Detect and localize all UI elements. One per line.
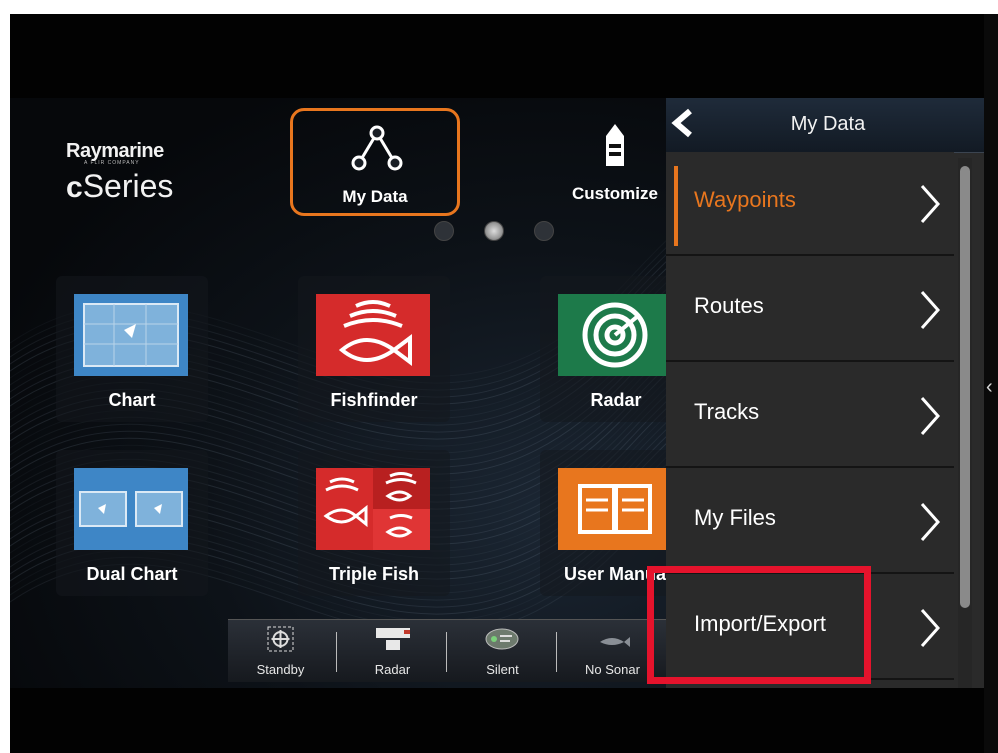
status-separator (446, 632, 447, 672)
fishfinder-icon (316, 294, 430, 376)
series-name: cSeries (66, 168, 174, 204)
menu-item-label: Waypoints (694, 187, 796, 212)
boat-icon (606, 124, 624, 166)
ais-silent-icon (485, 628, 519, 650)
my-data-tile[interactable]: My Data (290, 108, 460, 216)
autopilot-icon (267, 626, 294, 652)
brand-logo: Raymarine A FLIR COMPANY cSeries (66, 140, 173, 205)
menu-item-routes[interactable]: Routes (666, 258, 954, 362)
menu-item-tracks[interactable]: Tracks (666, 364, 954, 468)
chevron-right-icon (920, 397, 941, 435)
status-bar: Standby Radar Silent No Sonar (228, 619, 678, 682)
app-chart[interactable]: Chart (56, 276, 208, 422)
dual-chart-icon (74, 468, 188, 550)
chart-icon (74, 294, 188, 376)
app-triple-fish[interactable]: Triple Fish (298, 450, 450, 596)
menu-title: My Data (790, 113, 866, 135)
status-separator (556, 632, 557, 672)
status-standby[interactable]: Standby (228, 620, 333, 682)
menu-item-label: My Files (694, 505, 776, 530)
radar-icon (558, 294, 672, 376)
app-fishfinder-label: Fishfinder (330, 390, 418, 410)
chevron-right-icon (920, 503, 941, 541)
app-chart-label: Chart (108, 390, 156, 410)
menu-item-waypoints[interactable]: Waypoints (666, 152, 954, 256)
status-silent-label: Silent (486, 662, 519, 677)
app-triple-fish-label: Triple Fish (328, 564, 420, 584)
app-fishfinder[interactable]: Fishfinder (298, 276, 450, 422)
status-radar[interactable]: Radar (340, 620, 445, 682)
scrollbar-thumb[interactable] (960, 166, 970, 608)
chevron-right-icon (920, 291, 941, 329)
annotation-highlight-box (647, 566, 871, 684)
chevron-left-icon[interactable]: ‹ (986, 377, 993, 397)
app-dual-chart-label: Dual Chart (86, 564, 178, 584)
page-dot-3[interactable] (534, 221, 554, 241)
chevron-right-icon (920, 185, 941, 223)
selection-indicator (674, 166, 678, 246)
triple-fish-icon (316, 468, 430, 550)
page-dot-2[interactable] (484, 221, 504, 241)
status-separator (336, 632, 337, 672)
status-silent[interactable]: Silent (450, 620, 555, 682)
status-standby-label: Standby (256, 662, 305, 677)
chevron-right-icon (920, 609, 941, 647)
menu-header: My Data (666, 98, 984, 153)
menu-item-my-files[interactable]: My Files (666, 470, 954, 574)
edge-strip: ‹ (984, 14, 998, 753)
page-dot-1[interactable] (434, 221, 454, 241)
book-icon (558, 468, 672, 550)
menu-item-label: Routes (694, 293, 764, 318)
route-nodes-icon (351, 125, 403, 171)
radar-dome-icon (376, 628, 410, 650)
menu-item-label: Tracks (694, 399, 760, 424)
app-dual-chart[interactable]: Dual Chart (56, 450, 208, 596)
my-data-label: My Data (342, 187, 408, 206)
status-radar-label: Radar (374, 662, 411, 677)
